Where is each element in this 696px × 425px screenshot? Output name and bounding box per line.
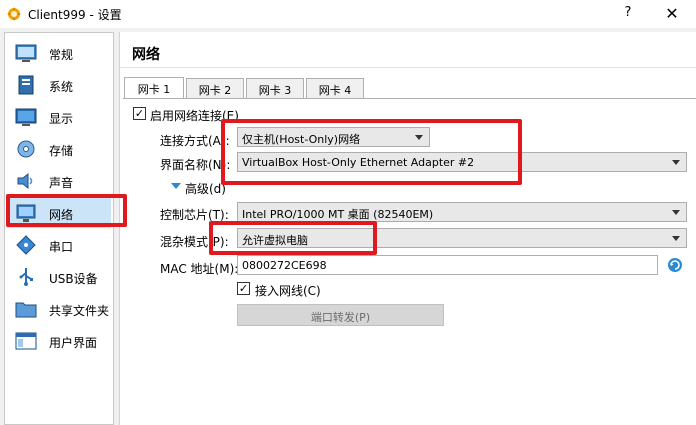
mac-address-label: MAC 地址(M): [160,262,239,276]
tab-adapter-3[interactable]: 网卡 3 [246,78,304,99]
promiscuous-mode-value: 允许虚拟电脑 [242,234,308,247]
tab-adapter-4[interactable]: 网卡 4 [306,78,364,99]
port-forwarding-button[interactable]: 端口转发(P) [237,304,444,326]
sidebar-item-label: 串口 [49,240,74,254]
adapter-name-select[interactable]: VirtualBox Host-Only Ethernet Adapter #2 [237,152,687,172]
chevron-down-icon [672,236,680,241]
page-header: 网络 [120,32,696,68]
refresh-mac-icon[interactable] [667,257,683,273]
system-icon [18,75,34,95]
audio-icon [17,172,33,190]
virtualbox-app-icon [7,7,21,21]
network-settings-panel: 网络 网卡 1 网卡 2 网卡 3 网卡 4 ✓ 启用网络连接(E) 连接方式(… [119,32,696,425]
tab-adapter-1[interactable]: 网卡 1 [124,77,184,99]
cable-connected-checkbox[interactable]: ✓ [237,282,250,295]
adapter-type-select[interactable]: Intel PRO/1000 MT 桌面 (82540EM) [237,202,687,222]
adapter-name-label: 界面名称(N): [160,158,231,172]
enable-adapter-checkbox[interactable]: ✓ [133,107,146,120]
sidebar-item-user-interface[interactable]: 用户界面 [7,326,111,356]
sidebar-item-label: 常规 [49,48,74,62]
sidebar-item-label: 显示 [49,112,74,126]
sidebar-item-audio[interactable]: 声音 [7,166,111,196]
shared-folder-icon [15,302,37,318]
network-icon [16,204,36,222]
close-button[interactable]: ✕ [662,4,682,24]
sidebar-item-label: USB设备 [49,272,98,286]
sidebar-item-system[interactable]: 系统 [7,70,111,100]
sidebar-item-shared-folders[interactable]: 共享文件夹 [7,294,111,324]
chevron-down-icon [672,160,680,165]
promiscuous-mode-select[interactable]: 允许虚拟电脑 [237,228,687,248]
attached-to-value: 仅主机(Host-Only)网络 [242,133,361,146]
adapter-type-label: 控制芯片(T): [160,208,229,222]
enable-adapter-label: 启用网络连接(E) [150,109,239,123]
sidebar-item-network[interactable]: 网络 [7,198,111,228]
adapter-type-value: Intel PRO/1000 MT 桌面 (82540EM) [242,208,434,221]
general-icon [15,44,37,62]
sidebar-item-label: 用户界面 [49,336,98,350]
attached-to-select[interactable]: 仅主机(Host-Only)网络 [237,127,430,147]
sidebar-item-label: 网络 [49,208,74,222]
sidebar-item-label: 存储 [49,144,74,158]
sidebar-item-usb[interactable]: USB设备 [7,262,111,292]
chevron-down-icon [672,210,680,215]
sidebar-item-label: 共享文件夹 [49,304,110,318]
serial-port-icon [16,235,36,255]
advanced-toggle[interactable]: 高级(d) [185,180,226,197]
usb-icon [19,268,33,286]
window-title: Client999 - 设置 [28,8,122,22]
sidebar-item-storage[interactable]: 存储 [7,134,111,164]
promiscuous-mode-label: 混杂模式(P): [160,235,229,249]
tab-adapter-2[interactable]: 网卡 2 [186,78,244,99]
adapter-name-value: VirtualBox Host-Only Ethernet Adapter #2 [242,156,475,169]
sidebar-item-general[interactable]: 常规 [7,38,111,68]
sidebar-item-serial-port[interactable]: 串口 [7,230,111,260]
page-title: 网络 [132,47,160,63]
sidebar-item-display[interactable]: 显示 [7,102,111,132]
cable-connected-label: 接入网线(C) [255,284,321,298]
advanced-expand-icon[interactable] [171,183,181,189]
storage-icon [17,140,35,158]
sidebar-item-label: 声音 [49,176,74,190]
settings-sidebar: 常规 系统 显示 存储 声音 网络 串口 USB设备 共享文件夹 用户界面 [4,32,114,425]
mac-address-input[interactable]: 0800272CE698 [237,255,658,275]
chevron-down-icon [415,135,423,140]
title-bar: Client999 - 设置 ? ✕ [0,0,696,28]
user-interface-icon [15,332,37,350]
display-icon [15,108,37,126]
help-button[interactable]: ? [618,5,638,23]
sidebar-item-label: 系统 [49,80,74,94]
attached-to-label: 连接方式(A): [160,134,230,148]
